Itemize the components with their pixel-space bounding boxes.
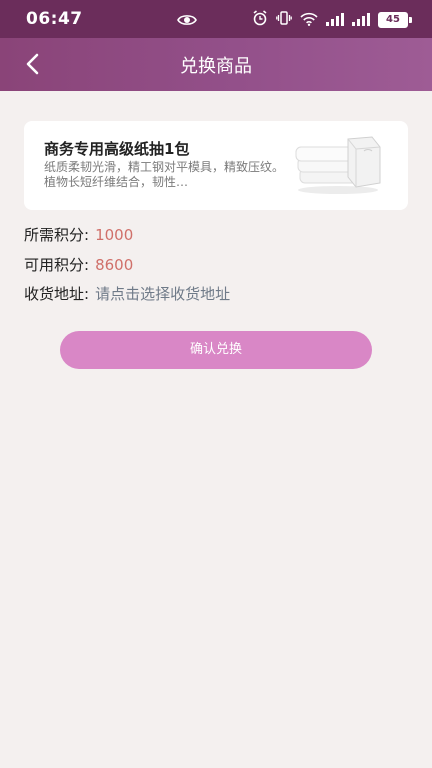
status-icons: 45 [252,10,412,30]
required-points-label: 所需积分: [24,226,90,244]
page-title: 兑换商品 [180,56,252,77]
signal-icon-2 [352,11,370,30]
vibrate-icon [276,10,292,30]
wifi-icon [300,11,318,30]
address-label: 收货地址: [24,285,90,303]
available-points-value: 8600 [95,256,134,274]
confirm-exchange-button[interactable]: 确认兑换 [60,331,372,369]
product-image [294,133,390,195]
required-points-value: 1000 [95,226,134,244]
eye-icon [177,12,197,31]
available-points-label: 可用积分: [24,256,90,274]
address-row: 收货地址: 请点击选择收货地址 [24,283,230,304]
product-card: 商务专用高级纸抽1包 纸质柔韧光滑，精工钢对平模具，精致压纹。植物长短纤维结合，… [24,121,408,210]
status-time: 06:47 [26,9,83,29]
product-description: 纸质柔韧光滑，精工钢对平模具，精致压纹。植物长短纤维结合，韧性… [44,160,284,189]
product-name: 商务专用高级纸抽1包 [44,140,190,158]
available-points-row: 可用积分: 8600 [24,254,133,275]
signal-icon [326,11,344,30]
battery-icon: 45 [378,12,412,28]
select-address-link[interactable]: 请点击选择收货地址 [95,285,230,303]
nav-bar: 兑换商品 [0,38,432,91]
alarm-icon [252,10,268,30]
status-bar: 06:47 45 [0,0,432,38]
required-points-row: 所需积分: 1000 [24,224,133,245]
